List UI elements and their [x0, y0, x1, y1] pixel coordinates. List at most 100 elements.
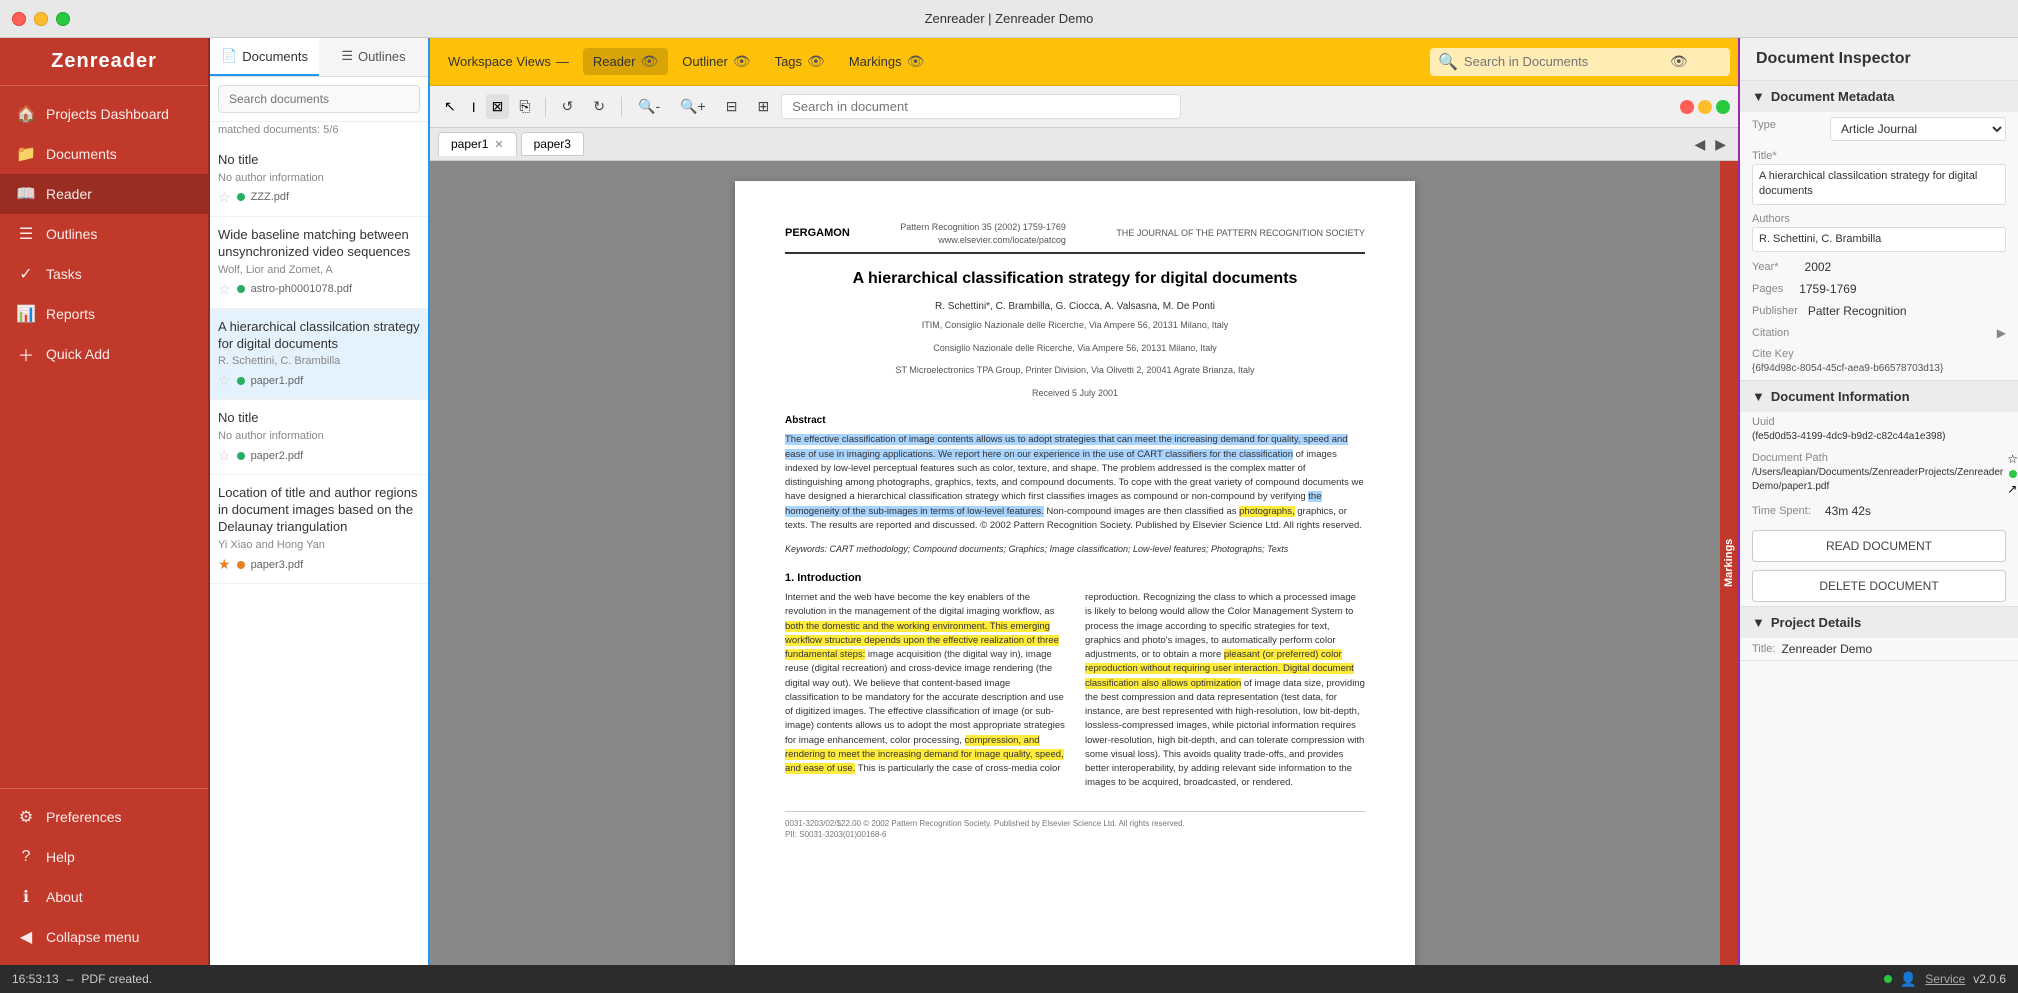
abstract-text: The effective classification of image co…: [785, 433, 1365, 533]
metadata-section: ▼ Document Metadata Type Article Journal…: [1740, 81, 2018, 381]
doc-filename: paper2.pdf: [251, 450, 304, 462]
fit-page-btn[interactable]: ⊞: [749, 94, 777, 119]
status-dot: [237, 377, 245, 385]
eye-icon: 👁: [733, 53, 751, 70]
text-tool[interactable]: I: [466, 95, 482, 119]
next-arrow[interactable]: ▶: [1711, 134, 1730, 155]
markings-label: Markings: [1723, 539, 1735, 587]
list-item[interactable]: No title No author information ☆ ZZZ.pdf: [210, 142, 428, 217]
status-separator: –: [67, 972, 74, 986]
year-value: 2002: [1805, 260, 1832, 274]
project-section-header[interactable]: ▼ Project Details: [1740, 607, 2018, 638]
star-icon[interactable]: ★: [218, 556, 231, 573]
publisher-value: Patter Recognition: [1808, 304, 1907, 318]
sidebar: Zenreader 🏠 Projects Dashboard 📁 Documen…: [0, 38, 210, 965]
read-document-button[interactable]: READ DOCUMENT: [1752, 530, 2006, 562]
sidebar-item-projects-dashboard[interactable]: 🏠 Projects Dashboard: [0, 94, 208, 134]
uuid-label: Uuid: [1752, 416, 2006, 428]
sidebar-item-preferences[interactable]: ⚙ Preferences: [0, 797, 208, 837]
search-in-documents[interactable]: 🔍 👁: [1430, 48, 1730, 76]
project-title-value: Zenreader Demo: [1781, 642, 1872, 656]
doc-info-header[interactable]: ▼ Document Information: [1740, 381, 2018, 412]
doc-content[interactable]: PERGAMON Pattern Recognition 35 (2002) 1…: [430, 161, 1720, 965]
star-icon[interactable]: ☆: [218, 281, 231, 298]
nav-arrows: ◀ ▶: [1690, 134, 1730, 155]
max-viewer-btn[interactable]: [1716, 100, 1730, 114]
sidebar-item-outlines[interactable]: ☰ Outlines: [0, 214, 208, 254]
tab-paper1[interactable]: paper1 ✕: [438, 132, 517, 156]
sidebar-item-reports[interactable]: 📊 Reports: [0, 294, 208, 334]
tags-btn[interactable]: Tags 👁: [765, 48, 835, 75]
type-select[interactable]: Article Journal Book Conference: [1830, 117, 2006, 141]
tab-outlines[interactable]: ☰ Outlines: [319, 38, 428, 76]
external-link-icon[interactable]: ↗: [2007, 482, 2018, 496]
star-path-icon[interactable]: ☆: [2007, 452, 2018, 466]
sidebar-item-tasks[interactable]: ✓ Tasks: [0, 254, 208, 294]
sidebar-item-label: Reader: [46, 186, 92, 202]
type-label: Type: [1752, 117, 1822, 131]
delete-document-button[interactable]: DELETE DOCUMENT: [1752, 570, 2006, 602]
cursor-tool[interactable]: ↖: [438, 94, 462, 119]
zoom-out-btn[interactable]: 🔍-: [630, 94, 668, 119]
book-icon: 📖: [16, 184, 36, 204]
list-item[interactable]: A hierarchical classilcation strategy fo…: [210, 309, 428, 401]
select-tool[interactable]: ⊠: [486, 94, 510, 119]
star-icon[interactable]: ☆: [218, 447, 231, 464]
search-input[interactable]: [218, 85, 420, 113]
sidebar-item-quick-add[interactable]: ＋ Quick Add: [0, 334, 208, 374]
reader-btn[interactable]: Reader 👁: [583, 48, 668, 75]
pages-value: 1759-1769: [1799, 282, 1856, 296]
markings-sidebar[interactable]: Markings: [1720, 161, 1738, 965]
cite-key-label: Cite Key: [1752, 348, 2006, 360]
search-in-doc-input[interactable]: [781, 94, 1181, 119]
tab-documents[interactable]: 📄 Documents: [210, 38, 319, 76]
min-viewer-btn[interactable]: [1698, 100, 1712, 114]
minimize-button[interactable]: [34, 12, 48, 26]
close-button[interactable]: [12, 12, 26, 26]
citation-row[interactable]: Citation ▶: [1740, 322, 2018, 344]
copy-tool[interactable]: ⎘: [513, 94, 536, 119]
list-icon: ☰: [16, 224, 36, 244]
doc-meta: ☆ paper2.pdf: [218, 447, 420, 464]
zoom-in-btn[interactable]: 🔍+: [672, 94, 714, 119]
star-icon[interactable]: ☆: [218, 372, 231, 389]
close-tab-icon[interactable]: ✕: [494, 138, 503, 151]
title-value[interactable]: A hierarchical classilcation strategy fo…: [1752, 164, 2006, 205]
list-item[interactable]: Wide baseline matching between unsynchro…: [210, 217, 428, 309]
tab-paper3[interactable]: paper3: [521, 132, 584, 156]
redo-btn[interactable]: ↻: [585, 94, 613, 119]
sidebar-item-documents[interactable]: 📁 Documents: [0, 134, 208, 174]
match-count: matched documents: 5/6: [210, 122, 428, 142]
doc-title: A hierarchical classilcation strategy fo…: [218, 319, 420, 353]
star-icon[interactable]: ☆: [218, 189, 231, 206]
undo-btn[interactable]: ↺: [554, 94, 582, 119]
list-item[interactable]: No title No author information ☆ paper2.…: [210, 400, 428, 475]
maximize-button[interactable]: [56, 12, 70, 26]
doc-meta: ★ paper3.pdf: [218, 556, 420, 573]
authors-value[interactable]: R. Schettini, C. Brambilla: [1752, 227, 2006, 252]
list-item[interactable]: Location of title and author regions in …: [210, 475, 428, 584]
sidebar-item-about[interactable]: ℹ About: [0, 877, 208, 917]
sidebar-item-help[interactable]: ? Help: [0, 837, 208, 877]
status-dot: [237, 193, 245, 201]
doc-author: R. Schettini, C. Brambilla: [218, 355, 420, 367]
search-in-docs-input[interactable]: [1464, 54, 1664, 69]
citation-expand-icon[interactable]: ▶: [1997, 326, 2006, 340]
tab-documents-icon: 📄: [221, 48, 237, 64]
eye-icon: 👁: [1670, 53, 1688, 70]
sidebar-item-collapse[interactable]: ◀ Collapse menu: [0, 917, 208, 957]
close-viewer-btn[interactable]: [1680, 100, 1694, 114]
markings-btn[interactable]: Markings 👁: [839, 48, 935, 75]
sidebar-item-reader[interactable]: 📖 Reader: [0, 174, 208, 214]
dot-path-icon: [2009, 470, 2017, 478]
type-field: Type Article Journal Book Conference: [1740, 112, 2018, 146]
outliner-btn[interactable]: Outliner 👁: [672, 48, 760, 75]
workspace-views-label: Workspace Views: [448, 54, 551, 69]
workspace-views-btn[interactable]: Workspace Views —: [438, 49, 579, 74]
doc-title: Wide baseline matching between unsynchro…: [218, 227, 420, 261]
service-link[interactable]: Service: [1925, 972, 1965, 986]
doc-authors: R. Schettini*, C. Brambilla, G. Ciocca, …: [785, 300, 1365, 314]
prev-arrow[interactable]: ◀: [1690, 134, 1709, 155]
metadata-section-header[interactable]: ▼ Document Metadata: [1740, 81, 2018, 112]
fit-width-btn[interactable]: ⊟: [718, 94, 746, 119]
